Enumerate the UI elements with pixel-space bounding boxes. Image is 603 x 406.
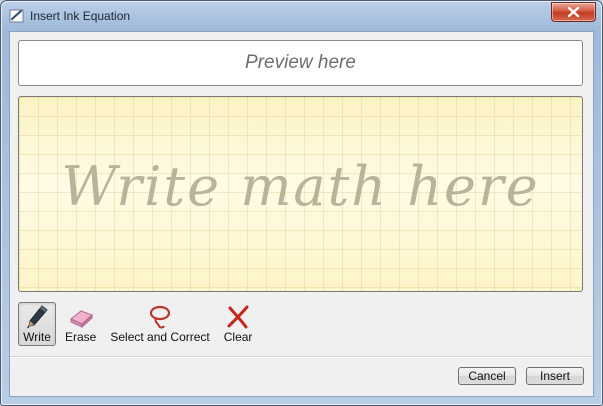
write-tool-label: Write — [23, 330, 51, 344]
close-button[interactable] — [551, 2, 596, 22]
eraser-icon — [69, 310, 93, 329]
dialog-client-area: Preview here Write math here Write Erase… — [9, 31, 594, 397]
insert-button[interactable]: Insert — [526, 367, 584, 385]
preview-box: Preview here — [18, 40, 583, 86]
select-and-correct-tool-label: Select and Correct — [110, 330, 210, 344]
pen-icon — [27, 305, 48, 329]
ink-toolbar: Write Erase Select and Correct Clear — [18, 302, 261, 350]
dialog-footer: Cancel Insert — [10, 358, 593, 396]
window-title: Insert Ink Equation — [30, 9, 131, 23]
ink-writing-area[interactable]: Write math here — [18, 96, 583, 292]
clear-tool-label: Clear — [223, 330, 253, 344]
insert-ink-equation-window: Insert Ink Equation Preview here Write m… — [0, 0, 603, 406]
close-icon — [567, 6, 580, 18]
ink-pen-icon — [9, 9, 24, 23]
clear-tool-button[interactable]: Clear — [219, 302, 258, 346]
ink-placeholder-text: Write math here — [61, 155, 540, 218]
erase-tool-label: Erase — [65, 330, 97, 344]
lasso-icon — [149, 305, 171, 329]
select-and-correct-tool-button[interactable]: Select and Correct — [105, 302, 214, 346]
preview-placeholder: Preview here — [245, 52, 356, 73]
clear-x-icon — [227, 305, 249, 329]
title-bar[interactable]: Insert Ink Equation — [1, 1, 602, 31]
erase-tool-button[interactable]: Erase — [60, 302, 101, 346]
write-tool-button[interactable]: Write — [18, 302, 56, 346]
cancel-button[interactable]: Cancel — [458, 367, 516, 385]
